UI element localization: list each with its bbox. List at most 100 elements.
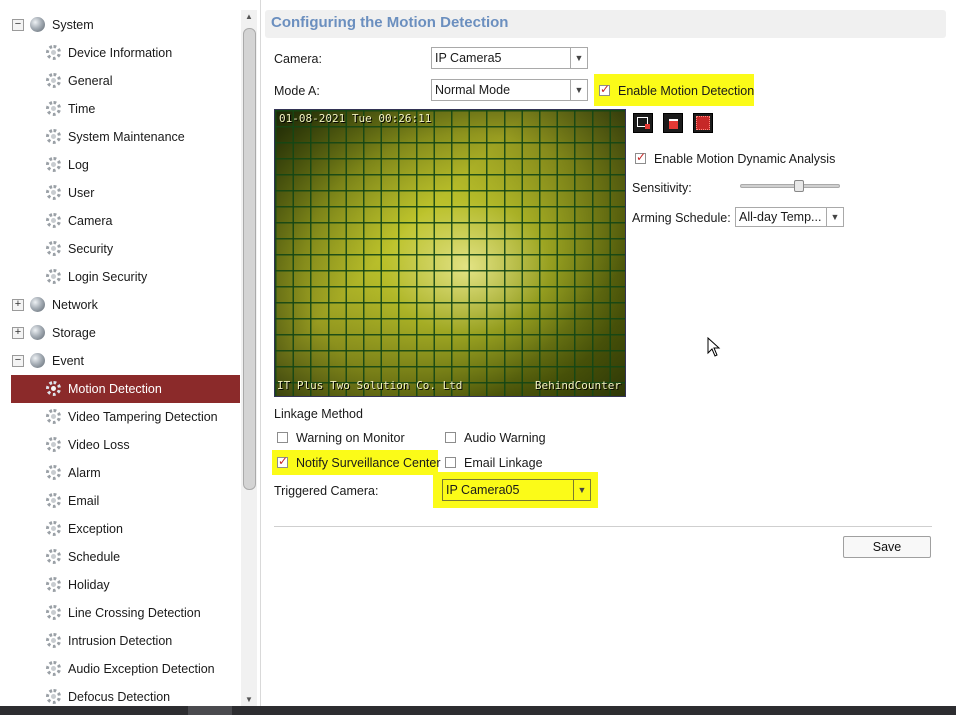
chevron-down-icon[interactable]: ▼	[573, 480, 590, 500]
collapse-icon[interactable]: −	[12, 19, 24, 31]
gear-icon	[46, 269, 61, 284]
mode-label: Mode A:	[274, 84, 320, 98]
expand-icon[interactable]: +	[12, 299, 24, 311]
sidebar-item-video-tampering-detection[interactable]: Video Tampering Detection	[0, 403, 240, 431]
sidebar-item-label: Security	[68, 242, 114, 256]
sidebar-item-label: Login Security	[68, 270, 148, 284]
sidebar-item-storage[interactable]: + Storage	[0, 319, 240, 347]
gear-icon	[46, 633, 61, 648]
delete-area-button[interactable]	[663, 113, 683, 133]
sidebar-item-motion-detection[interactable]: Motion Detection	[11, 375, 240, 403]
sidebar-item-label: Intrusion Detection	[68, 634, 173, 648]
sidebar-item-device-information[interactable]: Device Information	[0, 39, 240, 67]
gear-icon	[46, 409, 61, 424]
scroll-down-icon[interactable]: ▼	[245, 695, 253, 704]
sidebar-item-event[interactable]: − Event	[0, 347, 240, 375]
sidebar-item-general[interactable]: General	[0, 67, 240, 95]
chevron-down-icon[interactable]: ▼	[570, 80, 587, 100]
sidebar-item-label: Holiday	[68, 578, 110, 592]
enable-dynamic-analysis-label: Enable Motion Dynamic Analysis	[654, 152, 836, 166]
sidebar-item-user[interactable]: User	[0, 179, 240, 207]
page-title: Configuring the Motion Detection	[271, 14, 509, 31]
chevron-down-icon[interactable]: ▼	[570, 48, 587, 68]
sidebar-item-defocus-detection[interactable]: Defocus Detection	[0, 683, 240, 706]
camera-select[interactable]: IP Camera5 ▼	[431, 47, 588, 69]
enable-dynamic-analysis-checkbox[interactable]	[635, 150, 646, 164]
audio-warning-checkbox[interactable]	[445, 432, 456, 443]
sidebar-item-security[interactable]: Security	[0, 235, 240, 263]
video-preview[interactable]: 01-08-2021 Tue 00:26:11 IT Plus Two Solu…	[274, 109, 626, 397]
sidebar-item-email[interactable]: Email	[0, 487, 240, 515]
gear-icon	[46, 465, 61, 480]
linkage-method-title: Linkage Method	[274, 407, 363, 421]
email-linkage-label: Email Linkage	[464, 456, 543, 470]
sidebar-tree-panel: − System Device Information General Time Syst…	[0, 0, 261, 706]
sensitivity-slider-handle[interactable]	[794, 180, 804, 192]
gear-icon	[46, 73, 61, 88]
triggered-camera-value: IP Camera05	[446, 483, 520, 497]
scroll-up-icon[interactable]: ▲	[245, 12, 253, 21]
sidebar-item-label: Exception	[68, 522, 123, 536]
arming-schedule-label: Arming Schedule:	[632, 211, 731, 225]
sidebar-item-label: Email	[68, 494, 100, 508]
warning-on-monitor-checkbox[interactable]	[277, 432, 288, 443]
email-linkage-checkbox[interactable]	[445, 457, 456, 468]
gear-icon	[46, 605, 61, 620]
sidebar-item-label: Event	[52, 354, 84, 368]
scrollbar-thumb[interactable]	[243, 28, 256, 490]
expand-icon[interactable]: +	[12, 327, 24, 339]
triggered-camera-select[interactable]: IP Camera05 ▼	[442, 479, 591, 501]
chevron-down-icon[interactable]: ▼	[826, 208, 843, 226]
mouse-cursor-icon	[707, 337, 721, 357]
sidebar-item-label: Camera	[68, 214, 113, 228]
sidebar-item-label: General	[68, 74, 113, 88]
sidebar-item-alarm[interactable]: Alarm	[0, 459, 240, 487]
triggered-camera-highlight: IP Camera05 ▼	[433, 472, 598, 508]
gear-icon	[46, 101, 61, 116]
sensitivity-slider-track[interactable]	[740, 184, 840, 188]
sidebar-item-label: Video Tampering Detection	[68, 410, 218, 424]
notify-surveillance-center-checkbox[interactable]	[277, 454, 288, 468]
sidebar-item-label: User	[68, 186, 95, 200]
sidebar-item-schedule[interactable]: Schedule	[0, 543, 240, 571]
mode-select[interactable]: Normal Mode ▼	[431, 79, 588, 101]
sidebar-item-video-loss[interactable]: Video Loss	[0, 431, 240, 459]
gear-icon	[46, 45, 61, 60]
sidebar-item-system[interactable]: − System	[0, 11, 240, 39]
sidebar-item-audio-exception-detection[interactable]: Audio Exception Detection	[0, 655, 240, 683]
globe-icon	[30, 353, 45, 368]
select-all-icon	[696, 116, 710, 130]
sidebar-item-camera[interactable]: Camera	[0, 207, 240, 235]
mode-select-value: Normal Mode	[435, 83, 511, 97]
sensitivity-label: Sensitivity:	[632, 181, 692, 195]
motion-area-grid[interactable]	[275, 110, 625, 396]
notify-surveillance-center-label: Notify Surveillance Center	[296, 456, 441, 470]
delete-icon	[669, 119, 678, 129]
sidebar-item-exception[interactable]: Exception	[0, 515, 240, 543]
save-button[interactable]: Save	[843, 536, 931, 558]
sidebar-item-intrusion-detection[interactable]: Intrusion Detection	[0, 627, 240, 655]
tree-scrollbar[interactable]: ▲ ▼	[241, 10, 257, 706]
gear-icon	[46, 157, 61, 172]
enable-motion-highlight: Enable Motion Detection	[594, 74, 754, 106]
collapse-icon[interactable]: −	[12, 355, 24, 367]
sidebar-item-line-crossing-detection[interactable]: Line Crossing Detection	[0, 599, 240, 627]
sidebar-item-network[interactable]: + Network	[0, 291, 240, 319]
taskbar-item[interactable]	[188, 706, 232, 715]
sidebar-item-system-maintenance[interactable]: System Maintenance	[0, 123, 240, 151]
sidebar-item-login-security[interactable]: Login Security	[0, 263, 240, 291]
triggered-camera-label: Triggered Camera:	[274, 484, 379, 498]
audio-warning-label: Audio Warning	[464, 431, 546, 445]
gear-icon	[46, 185, 61, 200]
camera-select-value: IP Camera5	[435, 51, 502, 65]
sidebar-item-time[interactable]: Time	[0, 95, 240, 123]
draw-area-button[interactable]	[633, 113, 653, 133]
select-all-button[interactable]	[693, 113, 713, 133]
sidebar-item-log[interactable]: Log	[0, 151, 240, 179]
enable-motion-checkbox[interactable]	[599, 82, 610, 96]
sidebar-item-holiday[interactable]: Holiday	[0, 571, 240, 599]
gear-icon	[46, 129, 61, 144]
sidebar-item-label: Time	[68, 102, 96, 116]
sidebar-item-label: Video Loss	[68, 438, 130, 452]
arming-schedule-select[interactable]: All-day Temp... ▼	[735, 207, 844, 227]
